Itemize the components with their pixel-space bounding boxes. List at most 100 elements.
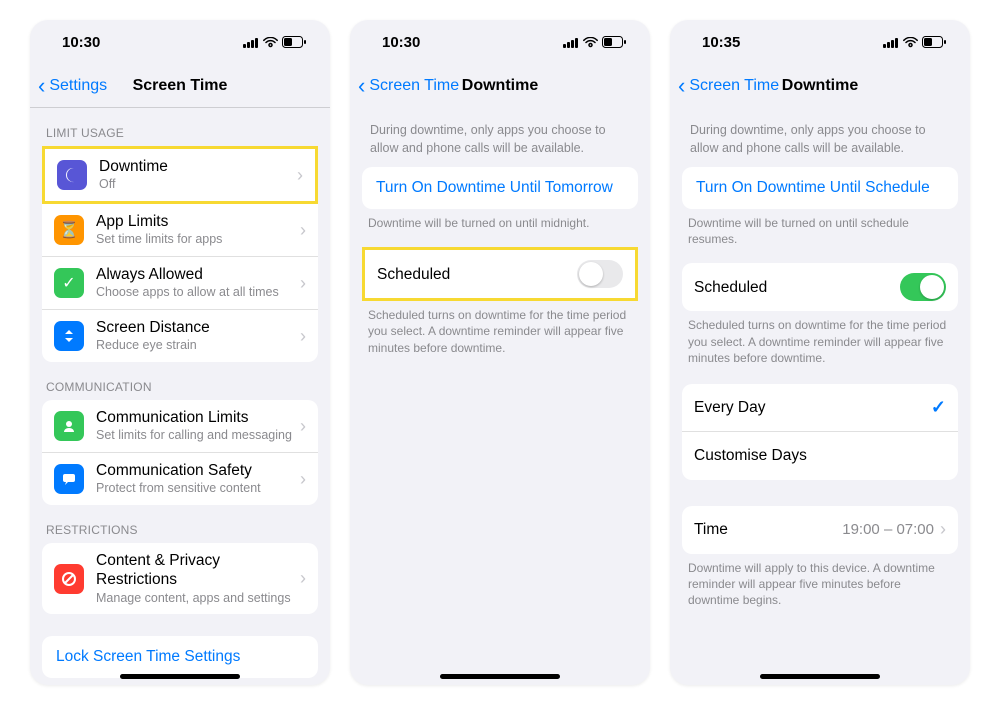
footer-scheduled: Scheduled turns on downtime for the time… xyxy=(350,301,650,356)
footer-turn-on: Downtime will be turned on until midnigh… xyxy=(350,209,650,231)
back-label: Screen Time xyxy=(689,77,779,95)
footer-turn-on: Downtime will be turned on until schedul… xyxy=(670,209,970,247)
status-bar: 10:35 xyxy=(670,20,970,64)
signal-icon xyxy=(563,37,579,48)
row-downtime[interactable]: Downtime Off › xyxy=(45,149,315,201)
chevron-right-icon: › xyxy=(300,469,306,490)
chat-bubble-icon xyxy=(54,464,84,494)
time-value: 19:00 – 07:00 xyxy=(842,521,934,538)
chevron-left-icon: ‹ xyxy=(358,75,365,97)
nav-bar: ‹ Settings Screen Time xyxy=(30,64,330,108)
phone-screen-3: 10:35 ‹ Screen Time Downtime During down… xyxy=(670,20,970,685)
row-every-day[interactable]: Every Day ✓ xyxy=(682,384,958,432)
row-title: Content & Privacy Restrictions xyxy=(96,551,300,590)
downtime-row-highlight: Downtime Off › xyxy=(42,146,318,204)
footer-scheduled: Scheduled turns on downtime for the time… xyxy=(670,311,970,366)
footer-time: Downtime will apply to this device. A do… xyxy=(670,554,970,609)
phone-screen-2: 10:30 ‹ Screen Time Downtime During down… xyxy=(350,20,650,685)
row-title: Customise Days xyxy=(694,446,946,465)
chevron-left-icon: ‹ xyxy=(38,75,45,97)
row-screen-distance[interactable]: Screen Distance Reduce eye strain › xyxy=(42,310,318,362)
row-sub: Reduce eye strain xyxy=(96,338,300,354)
chevron-right-icon: › xyxy=(300,273,306,294)
home-indicator[interactable] xyxy=(120,674,240,679)
chevron-left-icon: ‹ xyxy=(678,75,685,97)
wifi-icon xyxy=(903,37,918,48)
status-icons xyxy=(563,36,626,48)
row-title: App Limits xyxy=(96,212,300,231)
row-time[interactable]: Time 19:00 – 07:00 › xyxy=(682,506,958,554)
battery-icon xyxy=(282,36,306,48)
chevron-right-icon: › xyxy=(940,519,946,540)
check-shield-icon: ✓ xyxy=(54,268,84,298)
row-scheduled[interactable]: Scheduled xyxy=(682,263,958,311)
row-content-privacy[interactable]: Content & Privacy Restrictions Manage co… xyxy=(42,543,318,614)
row-sub: Set limits for calling and messaging xyxy=(96,428,300,444)
row-turn-on-downtime[interactable]: Turn On Downtime Until Schedule xyxy=(682,167,958,209)
row-communication-limits[interactable]: Communication Limits Set limits for call… xyxy=(42,400,318,453)
link-label: Turn On Downtime Until Tomorrow xyxy=(376,179,613,196)
row-title: Scheduled xyxy=(694,278,900,297)
row-scheduled[interactable]: Scheduled xyxy=(365,250,635,298)
row-title: Screen Distance xyxy=(96,318,300,337)
chevron-right-icon: › xyxy=(300,416,306,437)
back-button[interactable]: ‹ Settings xyxy=(38,75,107,97)
chevron-right-icon: › xyxy=(297,165,303,186)
signal-icon xyxy=(243,37,259,48)
status-time: 10:30 xyxy=(62,34,100,51)
section-header-communication: COMMUNICATION xyxy=(30,362,330,400)
row-title: Scheduled xyxy=(377,265,577,284)
home-indicator[interactable] xyxy=(440,674,560,679)
phone-screen-1: 10:30 ‹ Settings Screen Time LIMIT USAGE… xyxy=(30,20,330,685)
row-app-limits[interactable]: ⏳ App Limits Set time limits for apps › xyxy=(42,204,318,257)
row-title: Always Allowed xyxy=(96,265,300,284)
status-time: 10:35 xyxy=(702,34,740,51)
intro-text: During downtime, only apps you choose to… xyxy=(350,108,650,167)
battery-icon xyxy=(602,36,626,48)
link-label: Lock Screen Time Settings xyxy=(56,648,240,665)
row-title: Communication Limits xyxy=(96,408,300,427)
row-sub: Off xyxy=(99,177,297,193)
status-icons xyxy=(883,36,946,48)
row-sub: Set time limits for apps xyxy=(96,232,300,248)
back-label: Screen Time xyxy=(369,77,459,95)
nav-bar: ‹ Screen Time Downtime xyxy=(350,64,650,108)
status-time: 10:30 xyxy=(382,34,420,51)
checkmark-icon: ✓ xyxy=(931,397,946,418)
section-header-limit-usage: LIMIT USAGE xyxy=(30,108,330,146)
footer-lock: Use a passcode to secure Screen Time set… xyxy=(30,678,330,685)
toggle-scheduled[interactable] xyxy=(900,273,946,301)
section-header-restrictions: RESTRICTIONS xyxy=(30,505,330,543)
battery-icon xyxy=(922,36,946,48)
page-title: Downtime xyxy=(782,77,858,95)
downtime-icon xyxy=(57,160,87,190)
chevron-right-icon: › xyxy=(300,568,306,589)
intro-text: During downtime, only apps you choose to… xyxy=(670,108,970,167)
row-sub: Choose apps to allow at all times xyxy=(96,285,300,301)
signal-icon xyxy=(883,37,899,48)
home-indicator[interactable] xyxy=(760,674,880,679)
toggle-scheduled[interactable] xyxy=(577,260,623,288)
row-always-allowed[interactable]: ✓ Always Allowed Choose apps to allow at… xyxy=(42,257,318,310)
chevron-right-icon: › xyxy=(300,220,306,241)
link-label: Turn On Downtime Until Schedule xyxy=(696,179,930,196)
row-sub: Manage content, apps and settings xyxy=(96,591,300,607)
row-title: Downtime xyxy=(99,157,297,176)
row-turn-on-downtime[interactable]: Turn On Downtime Until Tomorrow xyxy=(362,167,638,209)
hourglass-icon: ⏳ xyxy=(54,215,84,245)
status-icons xyxy=(243,36,306,48)
nav-bar: ‹ Screen Time Downtime xyxy=(670,64,970,108)
page-title: Screen Time xyxy=(133,77,228,95)
back-button[interactable]: ‹ Screen Time xyxy=(678,75,779,97)
status-bar: 10:30 xyxy=(350,20,650,64)
back-button[interactable]: ‹ Screen Time xyxy=(358,75,459,97)
status-bar: 10:30 xyxy=(30,20,330,64)
row-title: Every Day xyxy=(694,398,931,417)
back-label: Settings xyxy=(49,77,107,95)
row-sub: Protect from sensitive content xyxy=(96,481,300,497)
wifi-icon xyxy=(583,37,598,48)
row-communication-safety[interactable]: Communication Safety Protect from sensit… xyxy=(42,453,318,505)
wifi-icon xyxy=(263,37,278,48)
row-customise-days[interactable]: Customise Days xyxy=(682,432,958,480)
row-lock-settings[interactable]: Lock Screen Time Settings xyxy=(42,636,318,678)
